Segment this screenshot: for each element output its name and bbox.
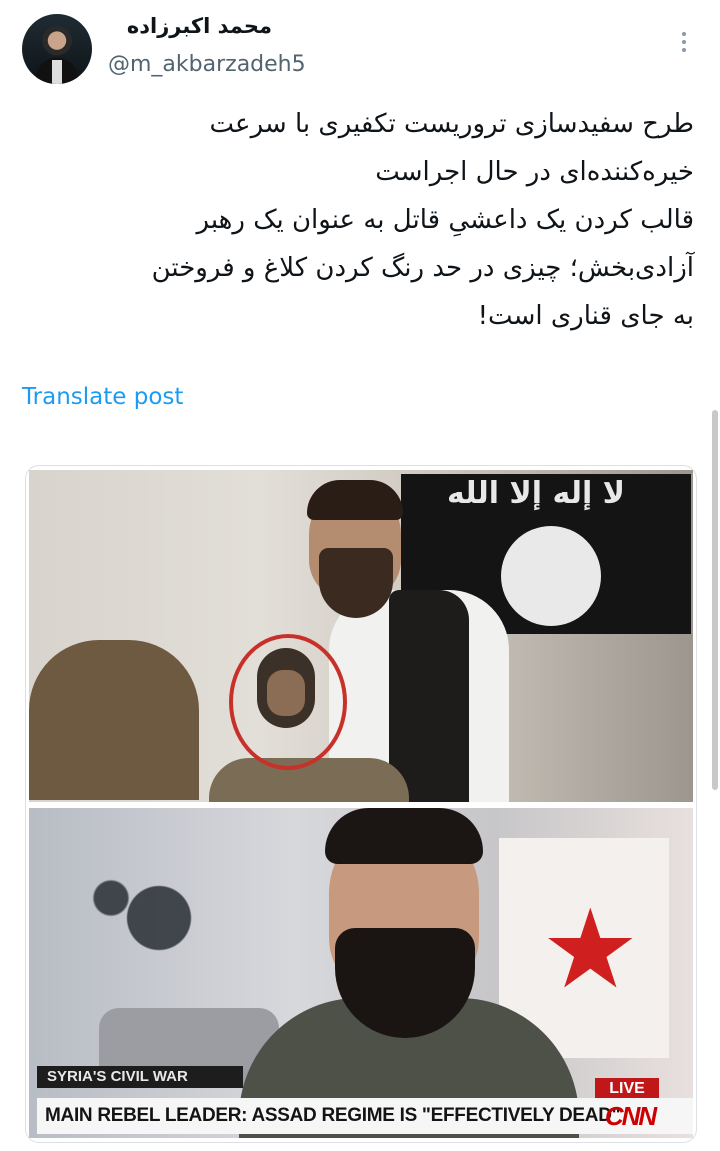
translate-post-link[interactable]: Translate post — [22, 384, 183, 410]
flag-text: لا إله إلا الله — [447, 476, 626, 511]
display-name[interactable]: محمد اکبرزاده — [127, 14, 272, 38]
more-options-icon[interactable] — [672, 28, 696, 58]
cnn-logo-icon: CNN — [604, 1101, 657, 1131]
chyron-topic: SYRIA'S CIVIL WAR — [37, 1066, 243, 1088]
avatar[interactable] — [22, 14, 92, 84]
post-line: به جای قناری است! — [477, 301, 694, 331]
live-badge: LIVE — [595, 1078, 659, 1100]
post-line: قالب کردن یک داعشیِ قاتل به عنوان یک رهب… — [196, 205, 694, 235]
standing-man-hair — [307, 480, 403, 520]
post-line: آزادی‌بخش؛ چیزی در حد رنگ کردن کلاغ و فر… — [151, 253, 694, 283]
red-star-icon: ★ — [541, 885, 640, 1013]
red-highlight-circle — [229, 634, 347, 770]
post-text: طرح سفیدسازی تروریست تکفیری با سرعت خیره… — [24, 100, 694, 340]
flag-seal — [501, 526, 601, 626]
speaker-hair — [325, 808, 483, 864]
archival-photo[interactable]: لا إله إلا الله — [29, 470, 693, 802]
avatar-shirt — [52, 60, 62, 84]
standing-man-vest — [389, 590, 469, 802]
news-broadcast-photo[interactable]: ★ SYRIA'S CIVIL WAR LIVE MAIN REBEL LEAD… — [29, 808, 693, 1138]
post-line: طرح سفیدسازی تروریست تکفیری با سرعت — [209, 109, 694, 139]
scrollbar[interactable] — [712, 410, 718, 790]
user-handle[interactable]: @m_akbarzadeh5 — [108, 52, 306, 77]
post-line: خیره‌کننده‌ای در حال اجراست — [375, 157, 694, 187]
post-media[interactable]: لا إله إلا الله ★ SYRIA'S CIVIL WAR LIVE… — [25, 465, 697, 1143]
calligraphy-flag — [39, 818, 279, 1018]
foreground-figure — [29, 640, 199, 800]
